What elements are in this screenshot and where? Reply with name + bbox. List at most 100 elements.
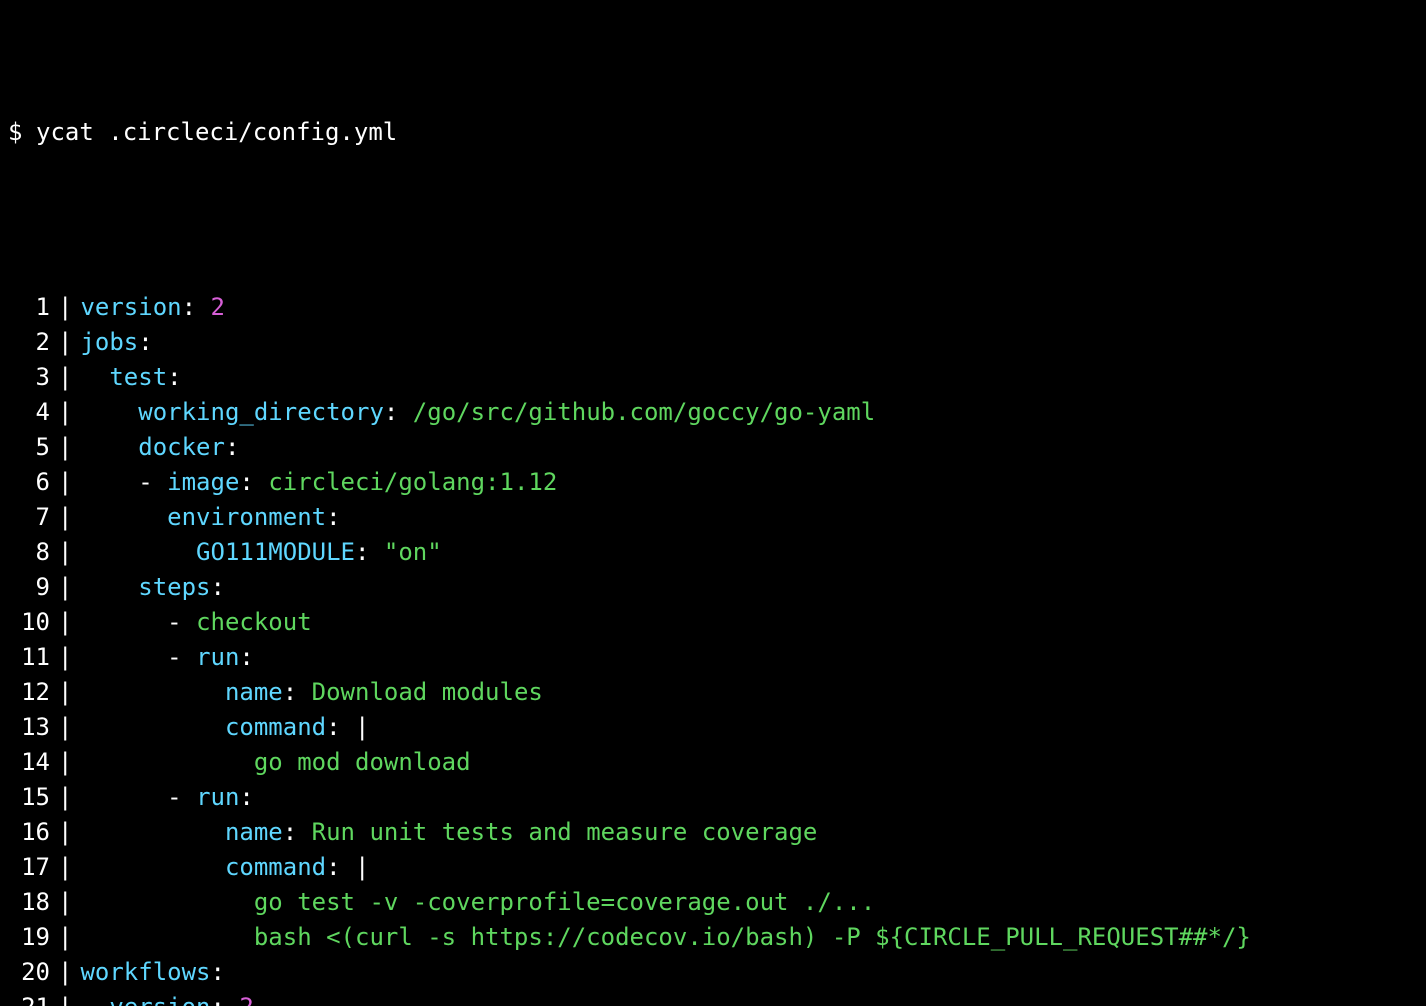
yaml-key: jobs [80, 328, 138, 356]
gutter-separator: | [50, 675, 80, 710]
yaml-token: : [211, 993, 240, 1006]
code-line: 17| command: | [8, 850, 1418, 885]
code-line: 8| GO111MODULE: "on" [8, 535, 1418, 570]
code-line: 9| steps: [8, 570, 1418, 605]
line-number: 17 [8, 850, 50, 885]
line-number: 11 [8, 640, 50, 675]
yaml-token: : [283, 818, 312, 846]
yaml-key: steps [138, 573, 210, 601]
code-line: 5| docker: [8, 430, 1418, 465]
yaml-string: circleci/golang:1.12 [268, 468, 557, 496]
yaml-string: checkout [196, 608, 312, 636]
line-number: 6 [8, 465, 50, 500]
code-line: 16| name: Run unit tests and measure cov… [8, 815, 1418, 850]
code-line: 3| test: [8, 360, 1418, 395]
yaml-string: bash <(curl -s https://codecov.io/bash) … [254, 923, 1251, 951]
code-content: steps: [80, 570, 225, 605]
yaml-key: test [109, 363, 167, 391]
code-content: GO111MODULE: "on" [80, 535, 441, 570]
code-content: bash <(curl -s https://codecov.io/bash) … [80, 920, 1250, 955]
gutter-separator: | [50, 955, 80, 990]
yaml-string: "on" [384, 538, 442, 566]
yaml-token: : [239, 468, 268, 496]
line-number: 12 [8, 675, 50, 710]
gutter-separator: | [50, 640, 80, 675]
gutter-separator: | [50, 430, 80, 465]
gutter-separator: | [50, 815, 80, 850]
yaml-key: workflows [80, 958, 210, 986]
code-content: command: | [80, 850, 369, 885]
code-line: 20|workflows: [8, 955, 1418, 990]
yaml-string: Run unit tests and measure coverage [312, 818, 818, 846]
yaml-key: image [167, 468, 239, 496]
code-line: 13| command: | [8, 710, 1418, 745]
line-number: 1 [8, 290, 50, 325]
gutter-separator: | [50, 780, 80, 815]
yaml-token: - [167, 783, 196, 811]
yaml-string: go mod download [254, 748, 471, 776]
gutter-separator: | [50, 990, 80, 1006]
code-line: 15| - run: [8, 780, 1418, 815]
yaml-token: : [326, 853, 355, 881]
code-content: environment: [80, 500, 340, 535]
code-line: 10| - checkout [8, 605, 1418, 640]
line-number: 10 [8, 605, 50, 640]
yaml-number: 2 [211, 293, 225, 321]
line-number: 16 [8, 815, 50, 850]
yaml-key: working_directory [138, 398, 384, 426]
yaml-token: : [167, 363, 181, 391]
gutter-separator: | [50, 290, 80, 325]
code-line: 12| name: Download modules [8, 675, 1418, 710]
code-line: 6| - image: circleci/golang:1.12 [8, 465, 1418, 500]
code-content: - checkout [80, 605, 311, 640]
line-number: 4 [8, 395, 50, 430]
yaml-key: run [196, 643, 239, 671]
yaml-token: : [355, 538, 384, 566]
terminal[interactable]: $ ycat .circleci/config.yml 1|version: 2… [0, 0, 1426, 1006]
code-content: name: Run unit tests and measure coverag… [80, 815, 817, 850]
code-content: name: Download modules [80, 675, 542, 710]
code-output: 1|version: 22|jobs:3| test:4| working_di… [8, 290, 1418, 1006]
command-line: $ ycat .circleci/config.yml [8, 115, 1418, 150]
gutter-separator: | [50, 885, 80, 920]
line-number: 14 [8, 745, 50, 780]
line-number: 18 [8, 885, 50, 920]
gutter-separator: | [50, 920, 80, 955]
code-content: docker: [80, 430, 239, 465]
yaml-token: - [167, 643, 196, 671]
code-content: go mod download [80, 745, 470, 780]
code-line: 19| bash <(curl -s https://codecov.io/ba… [8, 920, 1418, 955]
code-line: 14| go mod download [8, 745, 1418, 780]
yaml-string: go test -v -coverprofile=coverage.out ./… [254, 888, 875, 916]
yaml-number: 2 [239, 993, 253, 1006]
code-content: version: 2 [80, 990, 253, 1006]
yaml-token: - [138, 468, 167, 496]
yaml-token: : [239, 783, 253, 811]
gutter-separator: | [50, 395, 80, 430]
prompt-symbol: $ [8, 115, 36, 150]
line-number: 2 [8, 325, 50, 360]
yaml-key: command [225, 853, 326, 881]
gutter-separator: | [50, 500, 80, 535]
yaml-token: : [182, 293, 211, 321]
line-number: 8 [8, 535, 50, 570]
yaml-key: version [109, 993, 210, 1006]
line-number: 3 [8, 360, 50, 395]
code-line: 7| environment: [8, 500, 1418, 535]
yaml-string: Download modules [312, 678, 543, 706]
code-content: go test -v -coverprofile=coverage.out ./… [80, 885, 875, 920]
gutter-separator: | [50, 465, 80, 500]
yaml-token: : [326, 713, 355, 741]
yaml-key: GO111MODULE [196, 538, 355, 566]
gutter-separator: | [50, 535, 80, 570]
code-content: - run: [80, 640, 253, 675]
yaml-token: : [211, 573, 225, 601]
line-number: 21 [8, 990, 50, 1006]
code-content: test: [80, 360, 181, 395]
line-number: 13 [8, 710, 50, 745]
yaml-key: command [225, 713, 326, 741]
yaml-key: docker [138, 433, 225, 461]
gutter-separator: | [50, 710, 80, 745]
yaml-token: : [384, 398, 413, 426]
line-number: 20 [8, 955, 50, 990]
